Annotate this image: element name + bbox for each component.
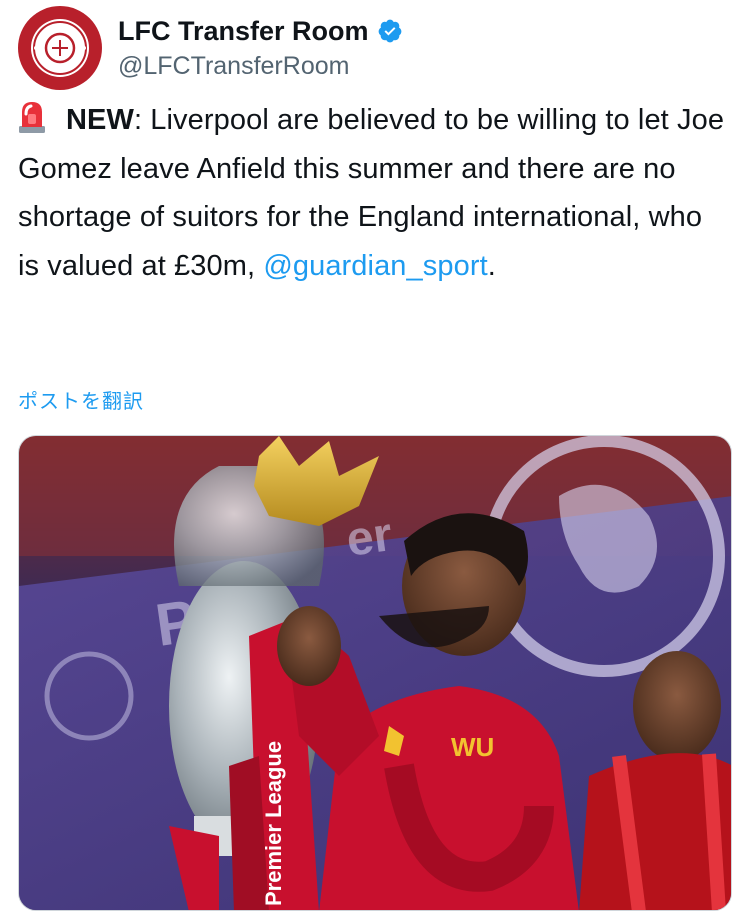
- tweet-photo[interactable]: P er Premier League WU: [18, 435, 732, 911]
- tweet: LFC Transfer Room @LFCTransferRoom NEW: …: [0, 0, 750, 912]
- lfc-transfer-room-logo-icon: [19, 7, 101, 89]
- photo-player-kissing-trophy-icon: P er Premier League WU: [19, 436, 731, 910]
- rotating-light-icon: [18, 100, 46, 134]
- tweet-lead-bold: NEW: [66, 104, 134, 136]
- avatar[interactable]: [18, 6, 102, 90]
- account-names: LFC Transfer Room @LFCTransferRoom: [118, 14, 403, 82]
- mention-link[interactable]: @guardian_sport: [263, 250, 487, 282]
- verified-badge-icon: [377, 18, 403, 44]
- display-name[interactable]: LFC Transfer Room: [118, 14, 369, 48]
- tweet-header: LFC Transfer Room @LFCTransferRoom: [18, 6, 403, 90]
- account-handle[interactable]: @LFCTransferRoom: [118, 50, 403, 82]
- svg-text:er: er: [343, 508, 395, 567]
- name-row: LFC Transfer Room: [118, 14, 403, 48]
- tweet-text: NEW: Liverpool are believed to be willin…: [18, 96, 730, 290]
- translate-post-link[interactable]: ポストを翻訳: [18, 385, 144, 414]
- sponsor-text: WU: [451, 732, 494, 762]
- tweet-end: .: [487, 249, 496, 282]
- sleeve-text: Premier League: [261, 741, 286, 906]
